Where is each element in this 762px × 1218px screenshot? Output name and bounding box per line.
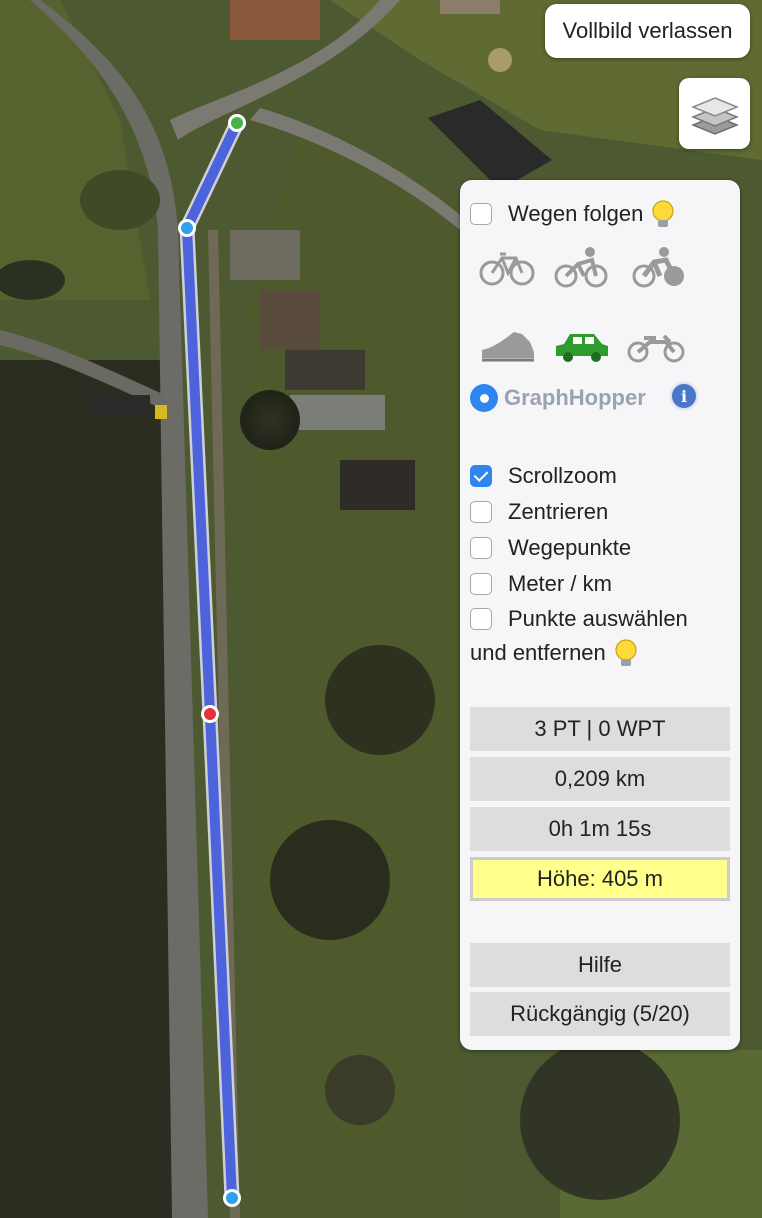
meter-km-checkbox[interactable] <box>470 573 492 595</box>
zentrieren-label: Zentrieren <box>508 499 609 524</box>
layers-icon <box>690 96 739 135</box>
start-marker[interactable] <box>228 114 246 132</box>
meter-km-label: Meter / km <box>508 571 612 596</box>
option-zentrieren[interactable]: Zentrieren <box>470 499 608 525</box>
graphhopper-option[interactable]: GraphHopper <box>470 384 646 412</box>
wegepunkte-label: Wegepunkte <box>508 535 632 560</box>
scrollzoom-label: Scrollzoom <box>508 463 617 488</box>
scrollzoom-checkbox[interactable] <box>470 465 492 487</box>
exit-fullscreen-button[interactable]: Vollbild verlassen <box>545 4 750 58</box>
lightbulb-icon[interactable] <box>649 199 677 229</box>
car-icon[interactable] <box>552 324 612 368</box>
punkte-auswaehlen-label: Punkte auswählen <box>508 606 688 631</box>
elevation-value: Höhe: 405 m <box>470 857 730 901</box>
follow-roads-checkbox[interactable] <box>470 203 492 225</box>
foot-icon[interactable] <box>478 324 538 368</box>
points-count: 3 PT | 0 WPT <box>470 707 730 751</box>
graphhopper-label: GraphHopper <box>504 385 646 410</box>
graphhopper-radio[interactable] <box>470 384 498 412</box>
punkte-auswaehlen-label-wrap: und entfernen <box>470 638 640 668</box>
motorcycle-icon[interactable] <box>626 324 686 368</box>
option-meter-km[interactable]: Meter / km <box>470 571 612 597</box>
punkte-auswaehlen-checkbox[interactable] <box>470 608 492 630</box>
wegepunkte-checkbox[interactable] <box>470 537 492 559</box>
midpoint-marker[interactable] <box>201 705 219 723</box>
lightbulb-icon[interactable] <box>612 638 640 668</box>
mountain-bike-icon[interactable] <box>630 246 690 290</box>
option-wegepunkte[interactable]: Wegepunkte <box>470 535 631 561</box>
option-scrollzoom[interactable]: Scrollzoom <box>470 463 617 489</box>
follow-roads-label: Wegen folgen <box>508 201 644 226</box>
zentrieren-checkbox[interactable] <box>470 501 492 523</box>
distance-value: 0,209 km <box>470 757 730 801</box>
follow-roads-row[interactable]: Wegen folgen <box>470 199 677 229</box>
undo-button[interactable]: Rückgängig (5/20) <box>470 992 730 1036</box>
road-bike-icon[interactable] <box>552 246 612 290</box>
layers-button[interactable] <box>679 78 750 149</box>
help-button[interactable]: Hilfe <box>470 943 730 987</box>
option-punkte-auswaehlen[interactable]: Punkte auswählen <box>470 606 688 632</box>
info-icon[interactable]: i <box>670 382 698 410</box>
waypoint-marker[interactable] <box>178 219 196 237</box>
bicycle-icon[interactable] <box>478 246 538 290</box>
routing-panel: Wegen folgen GraphHopper i Scrollzoom Ze… <box>460 180 740 1050</box>
duration-value: 0h 1m 15s <box>470 807 730 851</box>
end-marker[interactable] <box>223 1189 241 1207</box>
